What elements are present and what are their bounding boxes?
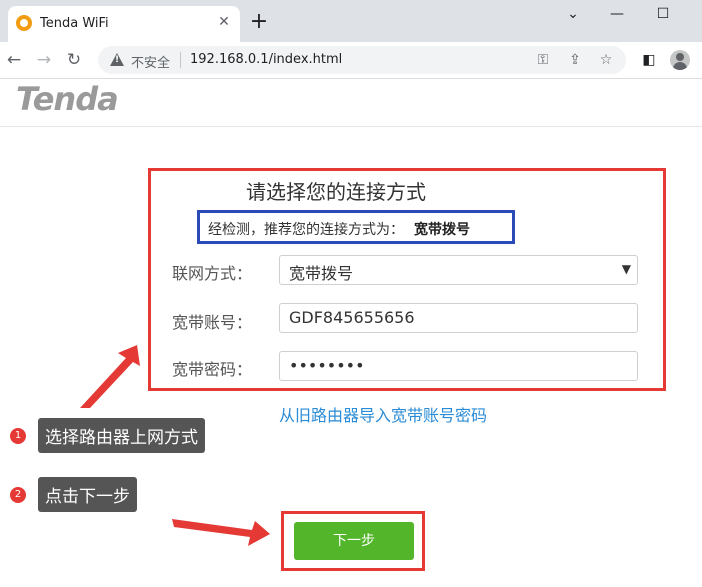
pointer-arrows <box>80 345 270 546</box>
arrow-to-button <box>172 519 270 546</box>
arrow-to-form <box>80 345 140 408</box>
